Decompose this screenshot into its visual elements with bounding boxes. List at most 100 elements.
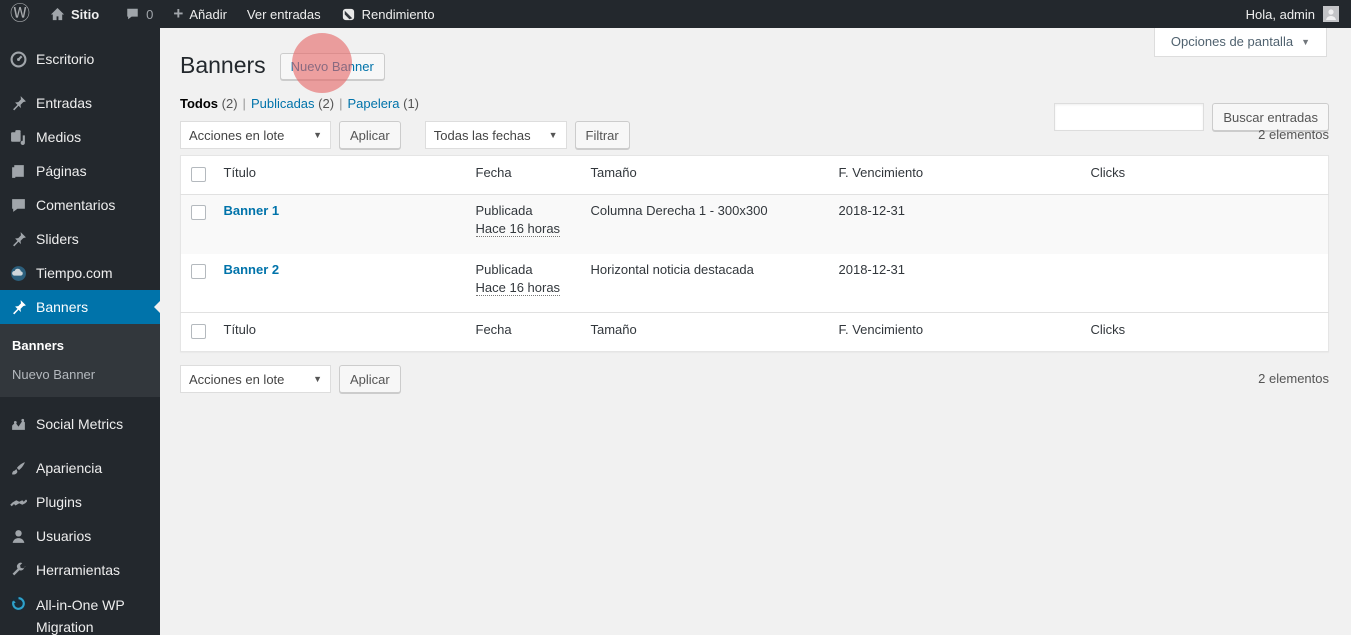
row-status: Publicada [476, 262, 533, 277]
sidebar-item-entradas[interactable]: Entradas [0, 86, 160, 120]
wordpress-admin: Ⓦ Sitio 0 + Añadir Ver entradas Rendimie… [0, 0, 1351, 635]
sidebar-item-plugins[interactable]: Plugins [0, 485, 160, 519]
sidebar-item-label: Comentarios [36, 197, 115, 213]
select-all-checkbox[interactable] [191, 167, 206, 182]
banners-submenu: Banners Nuevo Banner [0, 324, 160, 397]
sidebar-item-herramientas[interactable]: Herramientas [0, 553, 160, 587]
brush-icon [8, 460, 28, 477]
row-checkbox[interactable] [191, 264, 206, 279]
column-header-tamano: Tamaño [581, 313, 829, 352]
table-header-row: Título Fecha Tamaño F. Vencimiento Click… [181, 156, 1329, 195]
column-header-titulo[interactable]: Título [214, 313, 466, 352]
chevron-down-icon: ▼ [549, 130, 558, 140]
column-header-vencimiento: F. Vencimiento [829, 156, 1081, 195]
banner-title-link[interactable]: Banner 1 [224, 203, 280, 218]
plus-icon: + [173, 4, 183, 24]
filter-publicadas[interactable]: Publicadas (2) [251, 96, 334, 111]
cloud-icon [8, 265, 28, 282]
site-link[interactable]: Sitio [40, 0, 109, 28]
sidebar-item-label: All-in-One WP Migration [36, 595, 146, 635]
row-clicks [1081, 195, 1329, 254]
admin-bar: Ⓦ Sitio 0 + Añadir Ver entradas Rendimie… [0, 0, 1351, 28]
table-footer-row: Título Fecha Tamaño F. Vencimiento Click… [181, 313, 1329, 352]
page-title: Banners [180, 51, 266, 81]
column-header-titulo[interactable]: Título [214, 156, 466, 195]
sidebar-item-apariencia[interactable]: Apariencia [0, 451, 160, 485]
tablenav-bottom: Acciones en lote ▼ Aplicar 2 elementos [180, 364, 1329, 394]
sidebar-item-label: Usuarios [36, 528, 91, 544]
main-content: Opciones de pantalla ▼ Banners Nuevo Ban… [160, 28, 1351, 635]
apply-button[interactable]: Aplicar [339, 121, 401, 149]
submenu-item-banners[interactable]: Banners [0, 331, 160, 360]
site-name: Sitio [71, 7, 99, 22]
sidebar-item-medios[interactable]: Medios [0, 120, 160, 154]
sidebar-item-label: Social Metrics [36, 416, 123, 432]
sidebar-item-escritorio[interactable]: Escritorio [0, 42, 160, 76]
row-status: Publicada [476, 203, 533, 218]
pages-icon [8, 163, 28, 180]
select-all-checkbox[interactable] [191, 324, 206, 339]
pin-icon [8, 299, 28, 316]
filter-todos[interactable]: Todos (2) [180, 96, 238, 111]
admin-sidebar: Escritorio Entradas Medios Páginas Come [0, 28, 160, 635]
bulk-actions-select[interactable]: Acciones en lote ▼ [180, 365, 331, 393]
media-icon [8, 129, 28, 146]
new-content-menu[interactable]: + Añadir [163, 0, 237, 28]
performance-cube-icon [341, 7, 356, 22]
date-filter-select[interactable]: Todas las fechas ▼ [425, 121, 567, 149]
avatar [1323, 6, 1339, 22]
filter-papelera[interactable]: Papelera (1) [347, 96, 419, 111]
bulk-actions-select[interactable]: Acciones en lote ▼ [180, 121, 331, 149]
user-icon [8, 528, 28, 545]
greeting: Hola, admin [1246, 7, 1315, 22]
banner-title-link[interactable]: Banner 2 [224, 262, 280, 277]
row-relative-date: Hace 16 horas [476, 221, 561, 237]
chevron-down-icon: ▼ [313, 374, 322, 384]
sidebar-item-label: Banners [36, 299, 88, 315]
sidebar-item-social-metrics[interactable]: Social Metrics [0, 407, 160, 441]
table-row: Banner 2 Publicada Hace 16 horas Horizon… [181, 254, 1329, 313]
wp-logo-menu[interactable]: Ⓦ [0, 0, 40, 28]
sidebar-item-label: Entradas [36, 95, 92, 111]
banners-table: Título Fecha Tamaño F. Vencimiento Click… [180, 155, 1329, 352]
sidebar-item-all-in-one-wp-migration[interactable]: All-in-One WP Migration [0, 587, 160, 635]
active-menu-arrow [154, 301, 160, 313]
sidebar-item-banners[interactable]: Banners [0, 290, 160, 324]
add-label: Añadir [189, 7, 227, 22]
sidebar-item-usuarios[interactable]: Usuarios [0, 519, 160, 553]
sidebar-item-label: Escritorio [36, 51, 94, 67]
sidebar-item-label: Medios [36, 129, 81, 145]
view-posts-link[interactable]: Ver entradas [237, 0, 331, 28]
sidebar-item-label: Plugins [36, 494, 82, 510]
filter-button[interactable]: Filtrar [575, 121, 630, 149]
sidebar-item-sliders[interactable]: Sliders [0, 222, 160, 256]
submenu-item-nuevo-banner[interactable]: Nuevo Banner [0, 360, 160, 389]
column-header-fecha[interactable]: Fecha [466, 156, 581, 195]
plugin-icon [8, 494, 28, 511]
sidebar-item-comentarios[interactable]: Comentarios [0, 188, 160, 222]
items-count: 2 elementos [1258, 371, 1329, 386]
comments-menu[interactable]: 0 [115, 0, 163, 28]
sidebar-item-tiempo[interactable]: Tiempo.com [0, 256, 160, 290]
column-header-tamano: Tamaño [581, 156, 829, 195]
row-size: Horizontal noticia destacada [581, 254, 829, 313]
user-silhouette-icon [1323, 6, 1339, 22]
row-checkbox[interactable] [191, 205, 206, 220]
new-banner-button[interactable]: Nuevo Banner [280, 53, 385, 80]
comment-count: 0 [146, 7, 153, 22]
dashboard-icon [8, 51, 28, 68]
view-posts-label: Ver entradas [247, 7, 321, 22]
chevron-down-icon: ▼ [313, 130, 322, 140]
account-menu[interactable]: Hola, admin [1246, 0, 1351, 28]
sidebar-item-label: Páginas [36, 163, 87, 179]
sidebar-item-label: Tiempo.com [36, 265, 113, 281]
apply-button[interactable]: Aplicar [339, 365, 401, 393]
column-header-clicks: Clicks [1081, 313, 1329, 352]
column-header-fecha[interactable]: Fecha [466, 313, 581, 352]
sidebar-item-paginas[interactable]: Páginas [0, 154, 160, 188]
performance-menu[interactable]: Rendimiento [331, 0, 445, 28]
row-clicks [1081, 254, 1329, 313]
home-icon [50, 7, 65, 22]
pin-icon [8, 95, 28, 112]
filter-separator: | [339, 96, 342, 111]
